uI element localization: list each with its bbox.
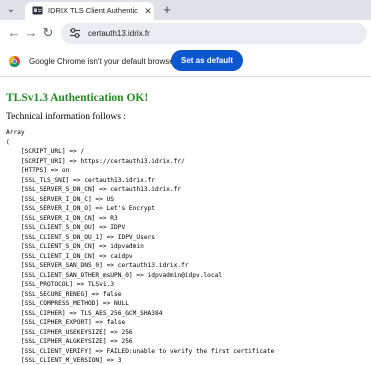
set-as-default-button[interactable]: Set as default: [171, 50, 243, 71]
dump-line: [SCRIPT_URI] => https://certauth13.idrix…: [6, 157, 185, 165]
dump-line: [HTTPS] => on: [6, 167, 70, 174]
back-button[interactable]: ←: [6, 25, 22, 41]
favicon-icon: [32, 6, 43, 15]
dump-line: [SSL_CLIENT_S_DN_OU] => IDPV: [6, 224, 126, 231]
dump-line: [SSL_CLIENT_I_DN_CN] => caidpv: [6, 252, 133, 260]
dump-line: [SCRIPT_URL] => /: [6, 148, 85, 155]
dump-line: [SSL_CLIENT_S_DN_CN] => idpvadmin: [6, 243, 144, 250]
dump-line: [SSL_PROTOCOL] => TLSv1.3: [6, 281, 115, 288]
reload-button[interactable]: ↻: [40, 25, 56, 41]
tune-icon[interactable]: [69, 27, 81, 39]
dump-line: [SSL_CIPHER] => TLS_AES_256_GCM_SHA384: [6, 309, 163, 317]
dump-line: [SSL_SERVER_I_DN_C] => US: [6, 195, 115, 203]
url-text[interactable]: certauth13.idrix.fr: [88, 27, 150, 40]
page-content: TLSv1.3 Authentication OK! Technical inf…: [0, 77, 371, 364]
forward-button[interactable]: →: [23, 25, 39, 41]
infobar-message: Google Chrome isn't your default browser: [29, 57, 177, 66]
page-title: TLSv1.3 Authentication OK!: [6, 92, 149, 104]
address-bar[interactable]: certauth13.idrix.fr: [61, 23, 367, 44]
dump-line: (: [6, 138, 10, 146]
dump-line: [SSL_SECURE_RENEG] => false: [6, 290, 122, 298]
dump-line: [SSL_SERVER_S_DN_CN] => certauth13.idrix…: [6, 186, 182, 193]
dump-line: [SSL_SERVER_I_DN_CN] => R3: [6, 214, 118, 222]
new-tab-button[interactable]: +: [160, 3, 174, 17]
tab-title: IDRIX TLS Client Authentication: [48, 6, 138, 15]
tab-list-icon[interactable]: ⌄: [4, 3, 18, 17]
dump-line: [SSL_CLIENT_M_VERSION] => 3: [6, 357, 122, 364]
browser-toolbar: ← → ↻ certauth13.idrix.fr: [0, 20, 371, 47]
dump-line: [SSL_CLIENT_SAN_OTHER_msUPN_0] => idpvad…: [6, 271, 223, 279]
page-subtitle: Technical information follows :: [6, 112, 126, 122]
dump-line: Array: [6, 129, 25, 136]
dump-line: [SSL_CLIENT_S_DN_OU_1] => IDPV_Users: [6, 233, 156, 241]
default-browser-infobar: Google Chrome isn't your default browser…: [0, 47, 371, 77]
dump-line: [SSL_SERVER_I_DN_O] => Let's Encrypt: [6, 205, 156, 212]
dump-line: [SSL_SERVER_SAN_DNS_0] => certauth13.idr…: [6, 262, 189, 269]
dump-line: [SSL_TLS_SNI] => certauth13.idrix.fr: [6, 176, 156, 184]
browser-tab[interactable]: IDRIX TLS Client Authentication ✕: [25, 2, 154, 20]
dump-line: [SSL_CIPHER_USEKEYSIZE] => 256: [6, 328, 133, 336]
dump-line: [SSL_CLIENT_VERIFY] => FAILED:unable to …: [6, 347, 275, 355]
chrome-logo-icon: [9, 56, 20, 67]
dump-line: [SSL_COMPRESS_METHOD] => NULL: [6, 300, 129, 307]
tab-strip: ⌄ IDRIX TLS Client Authentication ✕ +: [0, 0, 371, 20]
close-tab-icon[interactable]: ✕: [143, 5, 153, 17]
dump-line: [SSL_CIPHER_EXPORT] => false: [6, 319, 126, 326]
